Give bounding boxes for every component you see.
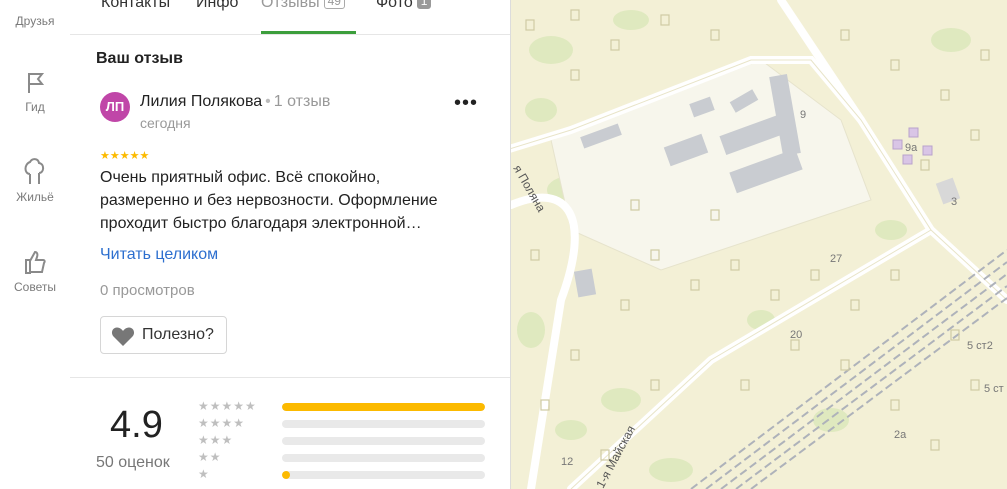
distribution-stars: ★ <box>198 467 210 481</box>
rail-item-label: Друзья <box>15 14 55 28</box>
distribution-stars: ★★ <box>198 450 222 464</box>
trees-icon <box>24 158 45 184</box>
more-options-icon[interactable]: ••• <box>454 92 478 116</box>
rating-distribution-row: ★★★ <box>198 433 488 447</box>
divider <box>70 377 510 378</box>
map-drawing: 9 9а 3 27 20 5 ст2 5 ст 2а 12 я Поляна 1… <box>511 0 1007 489</box>
review-stars: ★★★★★ <box>100 150 150 162</box>
rail-item-label: Гид <box>25 100 45 114</box>
tab-info[interactable]: Инфо <box>196 0 238 12</box>
rating-distribution-row: ★★★★ <box>198 416 488 430</box>
map-label: 27 <box>830 253 842 265</box>
distribution-bar <box>282 403 485 411</box>
read-more-link[interactable]: Читать целиком <box>100 246 218 264</box>
thumbs-up-icon <box>25 250 46 274</box>
review-text-line: размеренно и без нервозности. Оформление <box>100 192 438 209</box>
avatar[interactable]: ЛП <box>100 92 130 122</box>
tab-label: Фото <box>376 0 413 11</box>
rating-distribution-row: ★★ <box>198 450 488 464</box>
map-label: 9 <box>800 109 806 121</box>
rail-item-label: Жильё <box>16 190 54 204</box>
review-text: Очень приятный офис. Всё спокойно, разме… <box>100 166 480 235</box>
section-title: Ваш отзыв <box>96 50 183 67</box>
tab-label: Инфо <box>196 0 239 11</box>
useful-label: Полезно? <box>142 326 214 343</box>
tab-reviews[interactable]: Отзывы 49 <box>261 0 345 12</box>
photos-count-badge: 1 <box>416 0 432 9</box>
tab-label: Контакты <box>101 0 171 11</box>
views-count: 0 просмотров <box>100 282 195 299</box>
rail-item-friends[interactable]: Друзья <box>0 0 70 28</box>
author-name[interactable]: Лилия Полякова <box>140 93 262 110</box>
review-author: Лилия Полякова • 1 отзыв <box>140 93 330 111</box>
rating-distribution-row: ★★★★★ <box>198 399 488 413</box>
map-label: 20 <box>790 329 802 341</box>
rating-count: 50 оценок <box>96 454 170 471</box>
map-label: 5 ст2 <box>967 340 993 352</box>
map-canvas[interactable]: 9 9а 3 27 20 5 ст2 5 ст 2а 12 я Поляна 1… <box>511 0 1007 489</box>
tab-photos[interactable]: Фото 1 <box>376 0 432 12</box>
rail-item-housing[interactable]: Жильё <box>0 156 70 204</box>
distribution-bar <box>282 437 485 445</box>
distribution-bar <box>282 471 485 479</box>
map-label: 9а <box>905 142 918 154</box>
rail-item-tips[interactable]: Советы <box>0 248 70 294</box>
distribution-stars: ★★★★★ <box>198 399 257 413</box>
map-label: 2а <box>894 429 907 441</box>
author-review-count: 1 отзыв <box>273 93 331 110</box>
distribution-stars: ★★★★ <box>198 416 246 430</box>
tab-label: Отзывы <box>261 0 320 11</box>
distribution-stars: ★★★ <box>198 433 234 447</box>
street-label: 1-я Майская <box>593 423 638 489</box>
distribution-bar <box>282 454 485 462</box>
rail-item-label: Советы <box>14 280 56 294</box>
distribution-bar-fill <box>282 471 291 479</box>
map-label: 3 <box>951 196 957 208</box>
tab-contacts[interactable]: Контакты <box>101 0 170 12</box>
rail-item-guide[interactable]: Гид <box>0 70 70 114</box>
reviews-count-badge: 49 <box>323 0 345 9</box>
left-rail: Друзья Гид Жильё Советы <box>0 0 71 489</box>
useful-button[interactable]: Полезно? <box>100 316 227 354</box>
rating-score: 4.9 <box>110 404 163 446</box>
distribution-bar <box>282 420 485 428</box>
review-text-line: проходит быстро благодаря электронной… <box>100 215 422 232</box>
heart-icon <box>111 327 135 346</box>
review-date: сегодня <box>140 115 191 131</box>
review-text-line: Очень приятный офис. Всё спокойно, <box>100 169 381 186</box>
separator-dot: • <box>265 93 271 110</box>
map-label: 5 ст <box>984 383 1004 395</box>
business-panel: Контакты Инфо Отзывы 49 Фото 1 Ваш отзыв Л… <box>70 0 511 489</box>
distribution-bar-fill <box>282 403 485 411</box>
map-label: 12 <box>561 456 573 468</box>
rating-distribution-row: ★ <box>198 467 488 481</box>
active-tab-indicator <box>261 31 356 34</box>
flag-icon <box>28 73 45 93</box>
tab-bar: Контакты Инфо Отзывы 49 Фото 1 <box>70 0 510 35</box>
